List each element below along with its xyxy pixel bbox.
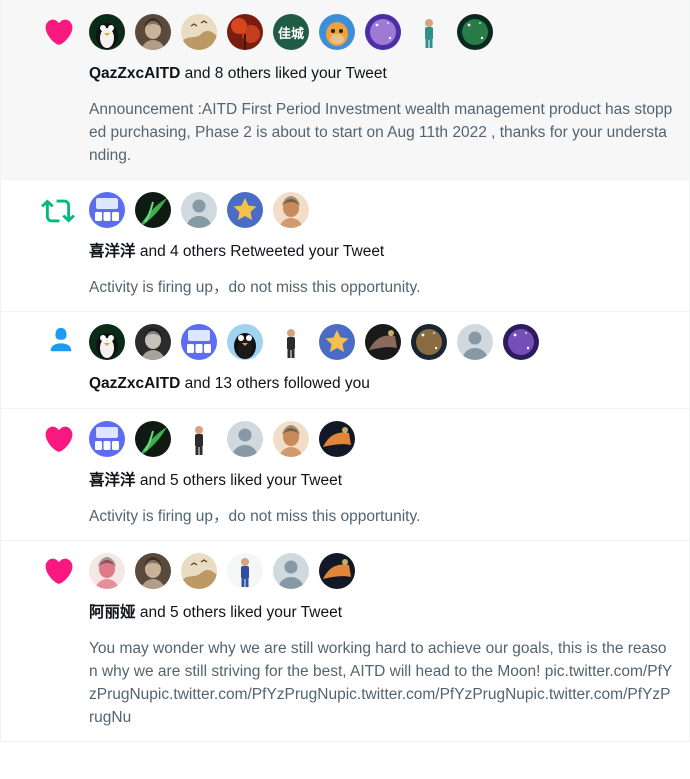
actor-name-link[interactable]: 喜洋洋 xyxy=(89,472,136,489)
notification-content: 喜洋洋 and 5 others liked your Tweet Activit… xyxy=(89,421,673,528)
notification-summary: QazZxcAITD and 8 others liked your Tweet xyxy=(89,64,673,84)
avatar-man-suit[interactable] xyxy=(273,324,309,360)
retweet-icon xyxy=(41,194,75,299)
heart-icon xyxy=(43,16,75,167)
notification-like[interactable]: 佳城 QazZxcAITD and 8 others liked your Twe… xyxy=(1,0,689,180)
avatar-default[interactable] xyxy=(273,553,309,589)
notification-type-icon-container xyxy=(1,421,89,528)
heart-icon xyxy=(43,555,75,729)
avatar-purple-galaxy[interactable] xyxy=(365,14,401,50)
avatar-penguin-glasses[interactable] xyxy=(89,324,125,360)
notification-type-icon-container xyxy=(1,553,89,729)
avatar-man-suit[interactable] xyxy=(181,421,217,457)
avatar-default[interactable] xyxy=(457,324,493,360)
avatar-game-art[interactable] xyxy=(319,421,355,457)
tweet-preview-text[interactable]: Activity is firing up，do not miss this o… xyxy=(89,505,673,528)
avatar-app-screen[interactable] xyxy=(89,421,125,457)
summary-text: and 5 others liked your Tweet xyxy=(135,604,343,621)
notification-summary: 喜洋洋 and 4 others Retweeted your Tweet xyxy=(89,242,673,262)
avatar-penguin-glasses[interactable] xyxy=(89,14,125,50)
avatar-dark-sneaker[interactable] xyxy=(365,324,401,360)
tweet-preview-text[interactable]: You may wonder why we are still working … xyxy=(89,637,673,729)
notification-content: 佳城 QazZxcAITD and 8 others liked your Twe… xyxy=(89,14,673,167)
avatar-blonde-girl[interactable] xyxy=(273,421,309,457)
avatar-green-nebula[interactable] xyxy=(457,14,493,50)
avatar-cartoon-star[interactable] xyxy=(319,324,355,360)
avatar-row xyxy=(89,324,673,360)
avatar-game-art[interactable] xyxy=(319,553,355,589)
avatar-blonde-girl[interactable] xyxy=(273,192,309,228)
avatar-label: 佳城 xyxy=(277,25,304,41)
avatar-painting-birds[interactable] xyxy=(181,14,217,50)
notification-summary: QazZxcAITD and 13 others followed you xyxy=(89,374,673,394)
actor-name-link[interactable]: 阿丽娅 xyxy=(89,604,136,621)
avatar-text-jiacheng[interactable]: 佳城 xyxy=(273,14,309,50)
notification-retweet[interactable]: 喜洋洋 and 4 others Retweeted your Tweet Act… xyxy=(1,180,689,312)
notification-follow[interactable]: QazZxcAITD and 13 others followed you xyxy=(1,312,689,409)
avatar-cartoon-star[interactable] xyxy=(227,192,263,228)
avatar-green-leaf[interactable] xyxy=(135,192,171,228)
avatar-dancer-white[interactable] xyxy=(411,14,447,50)
notification-summary: 喜洋洋 and 5 others liked your Tweet xyxy=(89,471,673,491)
avatar-row xyxy=(89,553,673,589)
person-icon xyxy=(47,326,75,396)
actor-name-link[interactable]: QazZxcAITD xyxy=(89,65,180,82)
tweet-preview-text[interactable]: Activity is firing up，do not miss this o… xyxy=(89,276,673,299)
avatar-girl-flowers[interactable] xyxy=(89,553,125,589)
actor-name-link[interactable]: 喜洋洋 xyxy=(89,243,136,260)
avatar-painting-birds[interactable] xyxy=(181,553,217,589)
avatar-orange-ape[interactable] xyxy=(319,14,355,50)
avatar-row xyxy=(89,192,673,228)
notification-content: QazZxcAITD and 13 others followed you xyxy=(89,324,673,396)
notification-content: 阿丽娅 and 5 others liked your Tweet You may… xyxy=(89,553,673,729)
summary-text: and 4 others Retweeted your Tweet xyxy=(135,243,385,260)
avatar-default[interactable] xyxy=(181,192,217,228)
notification-type-icon-container xyxy=(1,324,89,396)
avatar-purple-stage[interactable] xyxy=(503,324,539,360)
summary-text: and 5 others liked your Tweet xyxy=(135,472,343,489)
avatar-green-leaf[interactable] xyxy=(135,421,171,457)
heart-icon xyxy=(43,423,75,528)
avatar-app-screen[interactable] xyxy=(181,324,217,360)
notification-content: 喜洋洋 and 4 others Retweeted your Tweet Act… xyxy=(89,192,673,299)
avatar-man-portrait[interactable] xyxy=(135,14,171,50)
notifications-feed: 佳城 QazZxcAITD and 8 others liked your Twe… xyxy=(0,0,690,742)
summary-text: and 8 others liked your Tweet xyxy=(180,65,387,82)
avatar-man-portrait[interactable] xyxy=(135,553,171,589)
notification-type-icon-container xyxy=(1,14,89,167)
avatar-penguin-cartoon[interactable] xyxy=(227,324,263,360)
avatar-red-foliage[interactable] xyxy=(227,14,263,50)
avatar-row: 佳城 xyxy=(89,14,673,50)
actor-name-link[interactable]: QazZxcAITD xyxy=(89,375,180,392)
avatar-sketch-face[interactable] xyxy=(135,324,171,360)
notification-summary: 阿丽娅 and 5 others liked your Tweet xyxy=(89,603,673,623)
avatar-app-screen[interactable] xyxy=(89,192,125,228)
avatar-row xyxy=(89,421,673,457)
avatar-night-city[interactable] xyxy=(411,324,447,360)
tweet-preview-text[interactable]: Announcement :AITD First Period Investme… xyxy=(89,98,673,167)
notification-like[interactable]: 阿丽娅 and 5 others liked your Tweet You may… xyxy=(1,541,689,742)
notification-type-icon-container xyxy=(1,192,89,299)
avatar-dancer-white[interactable] xyxy=(227,553,263,589)
avatar-default[interactable] xyxy=(227,421,263,457)
summary-text: and 13 others followed you xyxy=(180,375,370,392)
notification-like[interactable]: 喜洋洋 and 5 others liked your Tweet Activit… xyxy=(1,409,689,541)
